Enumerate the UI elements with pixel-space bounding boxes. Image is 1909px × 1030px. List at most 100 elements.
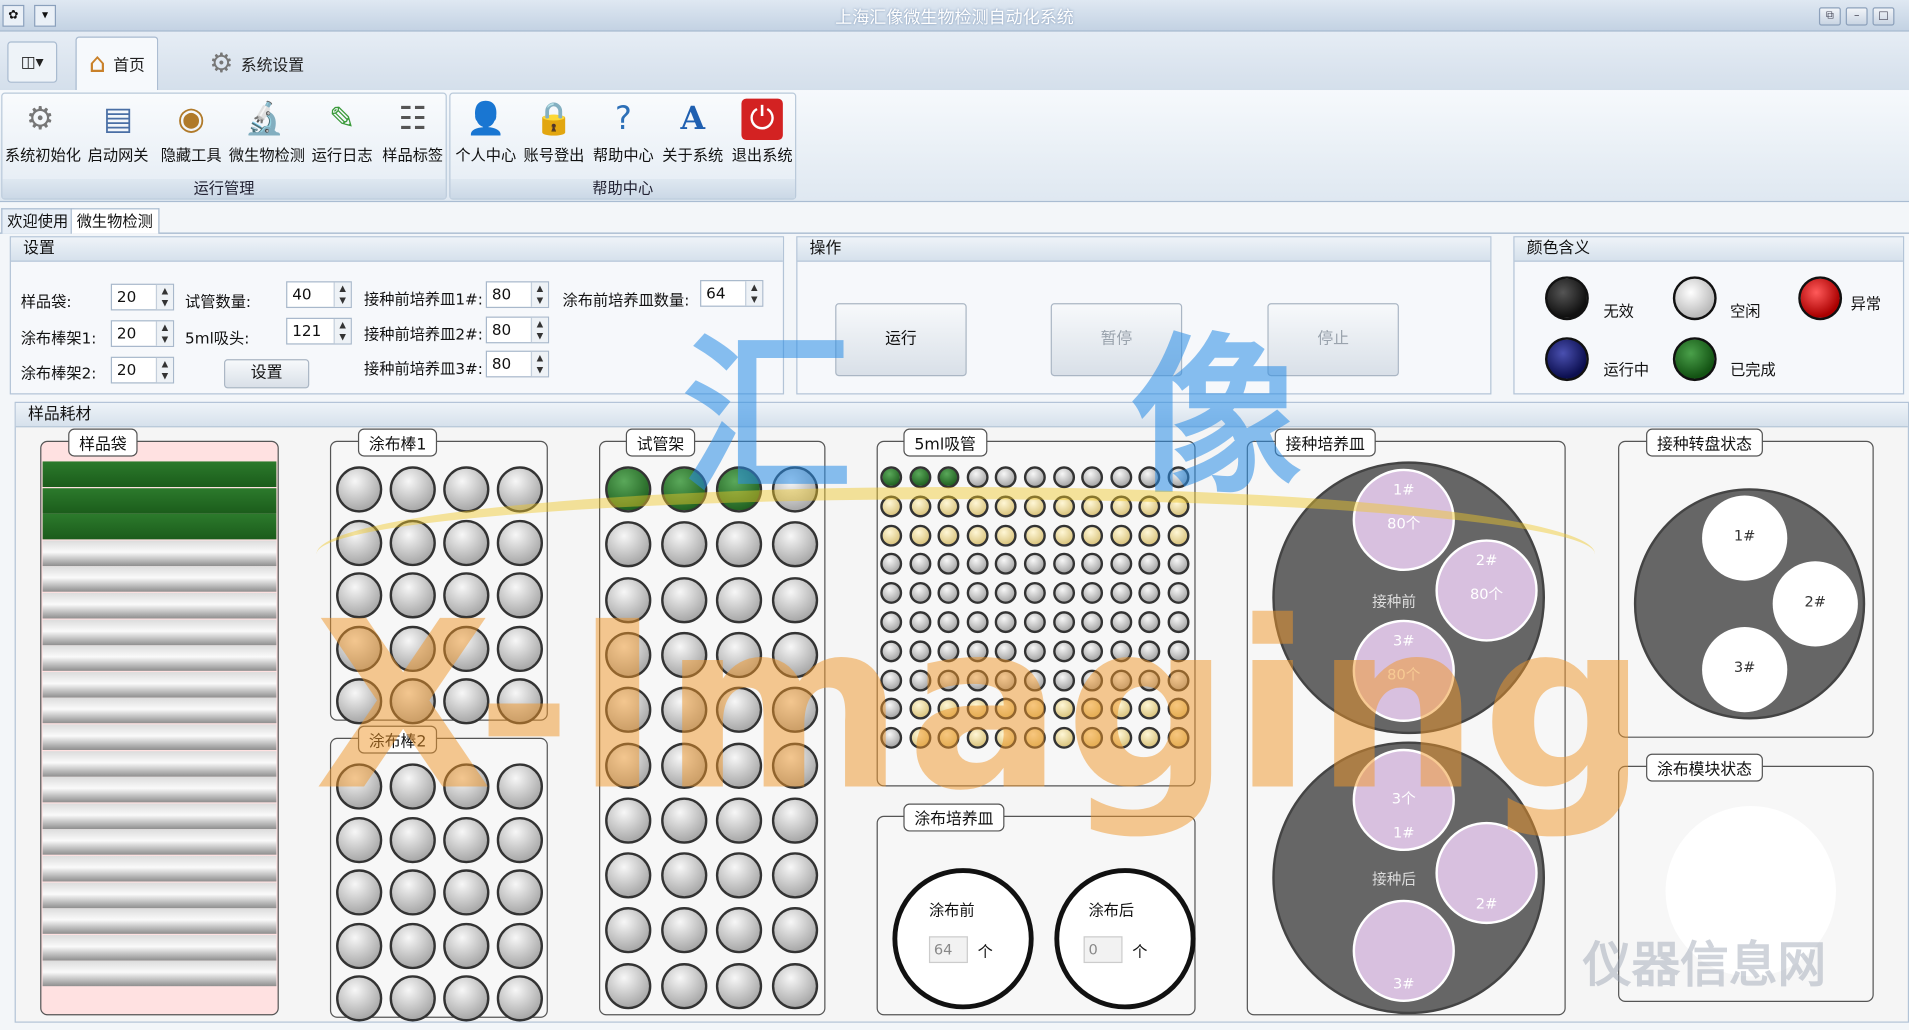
spinner-arrows[interactable]: ▲ ▼ xyxy=(530,351,548,377)
tube-slot xyxy=(771,907,818,954)
ribbon-menu-button[interactable]: ◫▾ xyxy=(7,41,57,83)
help-center-button[interactable]: ? 帮助中心 xyxy=(588,96,659,174)
group-help-caption: 帮助中心 xyxy=(450,178,796,199)
tab-home-label: 首页 xyxy=(113,57,145,76)
minimize-icon[interactable]: – xyxy=(1845,7,1868,26)
stop-button[interactable]: 停止 xyxy=(1267,303,1399,377)
tip-slot xyxy=(880,495,903,518)
inoc-after-dish-3-label: 3# xyxy=(1392,975,1415,993)
ribbon: ⚙ 系统初始化 ▤ 启动网关 ◉ 隐藏工具 🔬 微生物检测 ✎ 运行日志 ☷ 样品标签 运行… xyxy=(0,90,1909,203)
rod-slot xyxy=(496,816,544,863)
sample-label-button[interactable]: ☷ 样品标签 xyxy=(377,96,448,174)
tip-slot xyxy=(880,727,903,749)
tab-home[interactable]: ⌂ 首页 xyxy=(75,36,159,91)
dish2-input[interactable]: 80 ▲ ▼ xyxy=(485,316,550,344)
rod-slot xyxy=(336,466,383,513)
tab-microbe-detect[interactable]: 微生物检测 xyxy=(70,208,159,234)
rod2-title: 涂布棒2 xyxy=(357,725,438,754)
spinner-arrows[interactable]: ▲ ▼ xyxy=(333,318,351,344)
tube-slot xyxy=(715,521,763,568)
rod-slot xyxy=(336,922,383,969)
tip-slot xyxy=(1081,582,1104,605)
log-icon: ✎ xyxy=(328,101,356,138)
sample-bag-input[interactable]: 20 ▲ ▼ xyxy=(110,283,175,311)
tube-rack-box xyxy=(599,440,826,1016)
tip-input[interactable]: 121 ▲ ▼ xyxy=(286,317,352,345)
ribbon-tab-row: ◫▾ ⌂ 首页 ⚙ 系统设置 xyxy=(0,31,1909,91)
spinner-arrows[interactable]: ▲ ▼ xyxy=(530,317,548,343)
rod-slot xyxy=(496,975,544,1022)
sample-bag-slot xyxy=(42,540,277,566)
legend-panel: 颜色含义 无效 空闲 异常 运行中 已完成 xyxy=(1513,236,1905,395)
sample-bag-slot xyxy=(42,750,277,777)
spread-before-label: 涂布前 xyxy=(928,900,975,920)
panel-toggle-icon: ◫▾ xyxy=(20,52,44,72)
about-button[interactable]: A 关于系统 xyxy=(657,96,728,174)
settings-title: 设置 xyxy=(10,237,783,262)
tip-slot xyxy=(1167,466,1190,489)
sample-bag-slot xyxy=(42,645,277,672)
inoc-dish-3-label: 3# xyxy=(1392,631,1415,649)
microbe-detect-label: 微生物检测 xyxy=(228,146,306,165)
tip-slot xyxy=(1081,611,1104,634)
spinner-arrows[interactable]: ▲ ▼ xyxy=(155,321,173,346)
spinner-arrows[interactable]: ▲ ▼ xyxy=(745,281,763,306)
tip-slot xyxy=(880,611,903,634)
tip-slot xyxy=(1110,640,1133,663)
exit-button[interactable]: ⏻ 退出系统 xyxy=(727,96,798,174)
start-gateway-button[interactable]: ▤ 启动网关 xyxy=(83,96,154,174)
tip-slot xyxy=(966,640,989,663)
rod-slot xyxy=(336,678,383,725)
pause-button[interactable]: 暂停 xyxy=(1050,303,1183,377)
sample-bag-slot xyxy=(42,698,277,724)
microbe-detect-button[interactable]: 🔬 微生物检测 xyxy=(229,96,305,174)
system-init-button[interactable]: ⚙ 系统初始化 xyxy=(5,96,81,174)
spread-count-input[interactable]: 64 ▲ ▼ xyxy=(700,280,764,307)
spinner-arrows[interactable]: ▲ ▼ xyxy=(155,284,173,310)
rod2-box xyxy=(329,737,549,1022)
legend-invalid-label: 无效 xyxy=(1603,301,1634,321)
run-button[interactable]: 运行 xyxy=(835,303,967,377)
rod2-grid xyxy=(331,739,549,1022)
help-center-label: 帮助中心 xyxy=(592,146,654,165)
logout-button[interactable]: 🔒 账号登出 xyxy=(519,96,590,174)
tab-welcome[interactable]: 欢迎使用 xyxy=(1,208,75,234)
spinner-arrows[interactable]: ▲ ▼ xyxy=(530,282,548,307)
tube-slot xyxy=(660,686,707,734)
tip-slot xyxy=(1052,611,1075,634)
tube-slot xyxy=(715,631,763,679)
tab-system-settings[interactable]: ⚙ 系统设置 xyxy=(197,37,316,91)
tip-slot xyxy=(1023,524,1046,547)
tube-count-value: 40 xyxy=(292,284,312,304)
tip-slot xyxy=(995,727,1018,749)
rack1-input[interactable]: 20 ▲ ▼ xyxy=(110,320,175,347)
spinner-arrows[interactable]: ▲ ▼ xyxy=(333,282,351,307)
hide-tools-button[interactable]: ◉ 隐藏工具 xyxy=(156,96,227,174)
tip-slot xyxy=(966,466,989,489)
maximize-icon[interactable]: □ xyxy=(1872,7,1895,26)
run-log-button[interactable]: ✎ 运行日志 xyxy=(307,96,378,174)
spread-dish-title: 涂布培养皿 xyxy=(903,803,1005,832)
tube-count-input[interactable]: 40 ▲ ▼ xyxy=(286,281,352,309)
tip-slot xyxy=(995,698,1018,721)
legend-invalid-dot xyxy=(1545,276,1589,321)
tip-slot xyxy=(908,553,931,576)
rod-slot xyxy=(443,975,490,1022)
consumables-title: 样品耗材 xyxy=(15,402,1908,428)
tube-slot xyxy=(715,466,763,513)
dish3-input[interactable]: 80 ▲ ▼ xyxy=(485,350,550,378)
tip-slot xyxy=(908,640,931,663)
restore-icon[interactable]: ⧉ xyxy=(1818,7,1841,26)
window-title: 上海汇像微生物检测自动化系统 xyxy=(835,8,1074,29)
rack2-input[interactable]: 20 ▲ ▼ xyxy=(110,356,175,384)
rod-slot xyxy=(443,678,490,725)
set-button[interactable]: 设置 xyxy=(224,359,310,389)
tips-grid xyxy=(878,442,1197,788)
tube-slot xyxy=(771,576,818,623)
dish1-input[interactable]: 80 ▲ ▼ xyxy=(485,281,550,309)
sample-bag-slot xyxy=(42,855,277,882)
personal-center-button[interactable]: 👤 个人中心 xyxy=(450,96,521,174)
tip-slot xyxy=(1138,582,1161,605)
tip-slot xyxy=(1052,698,1075,721)
spinner-arrows[interactable]: ▲ ▼ xyxy=(155,357,173,383)
